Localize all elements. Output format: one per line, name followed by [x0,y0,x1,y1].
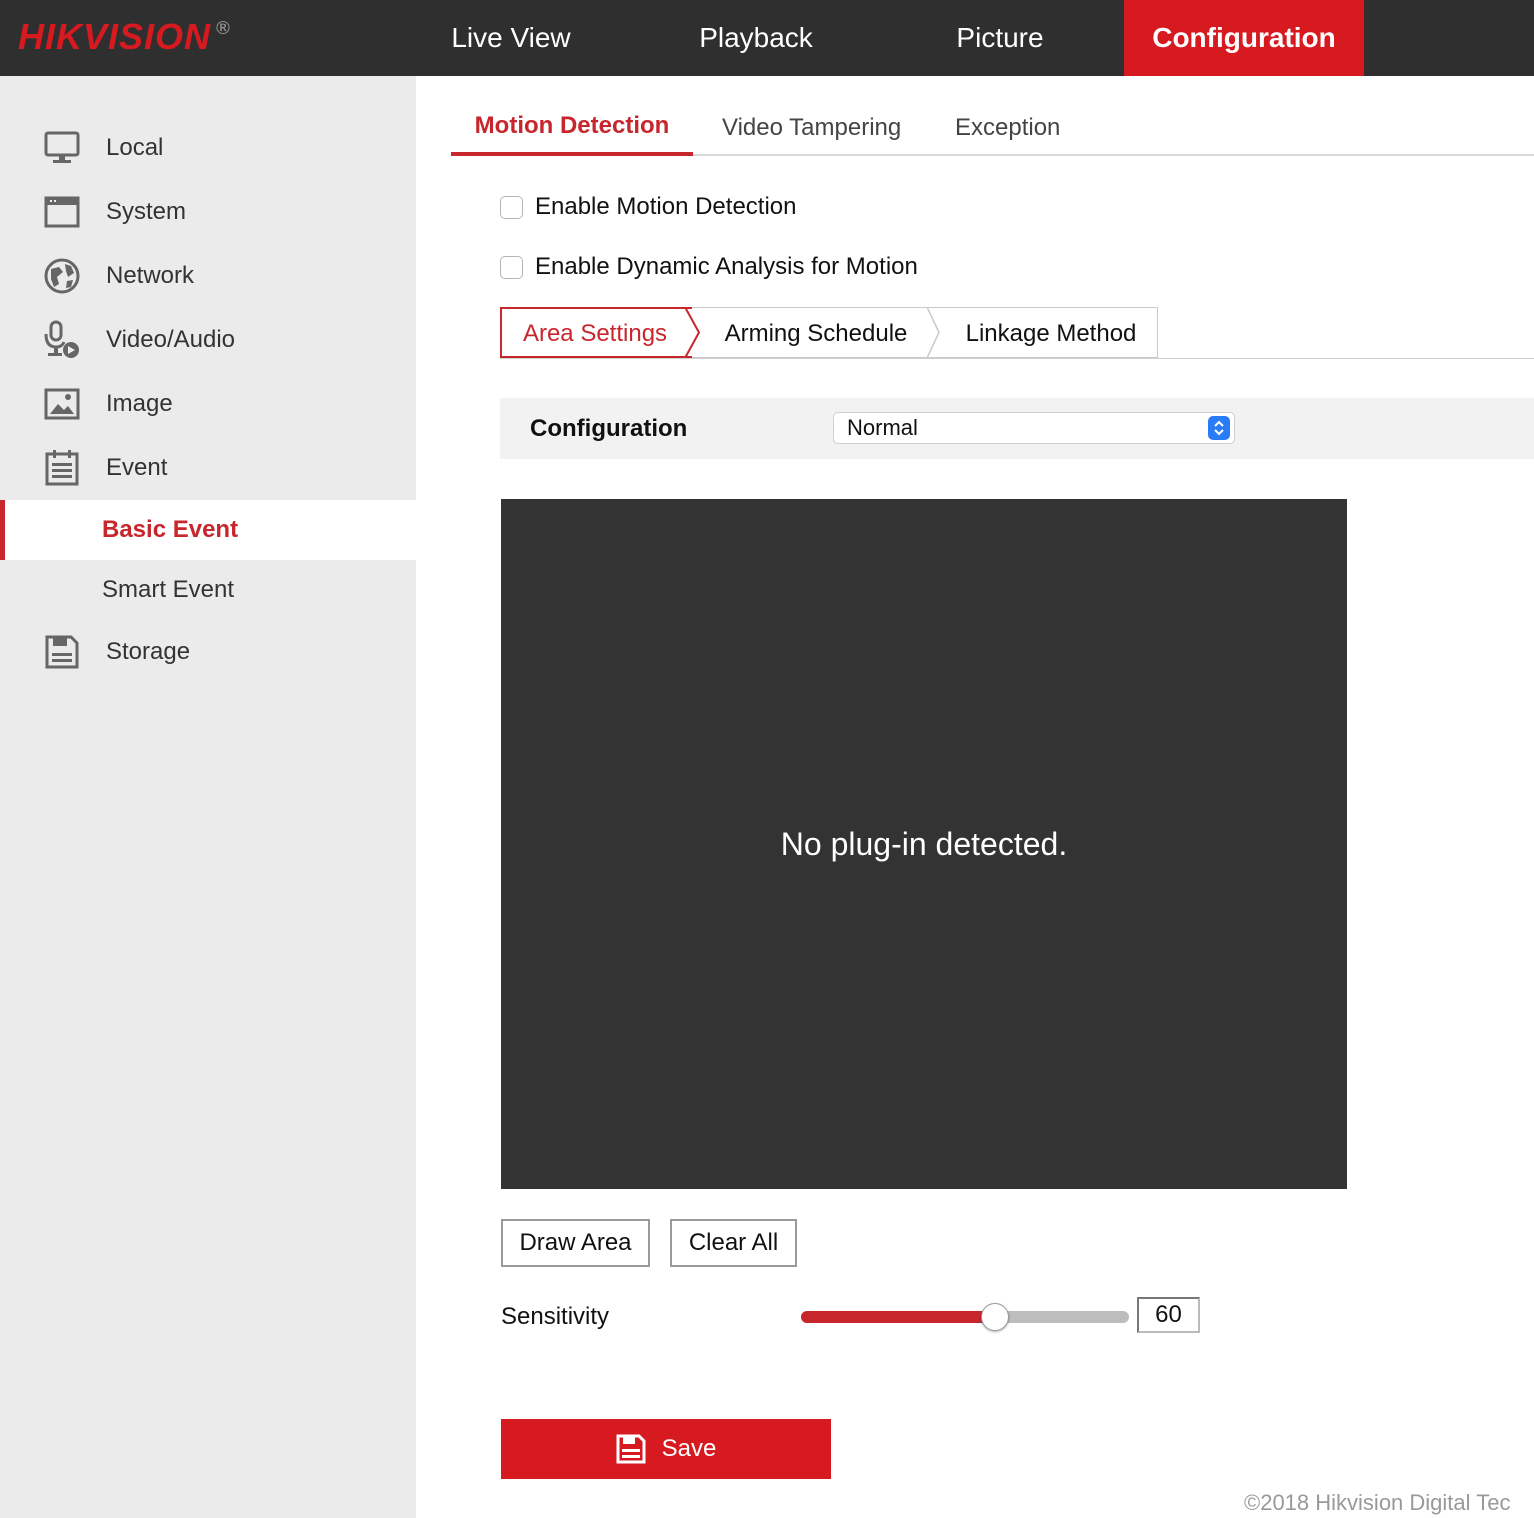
configuration-row: Configuration Normal [500,398,1534,459]
tab-video-tampering[interactable]: Video Tampering [722,100,901,156]
sidebar: Local System Network Video/Audio Image E… [0,76,416,1518]
sidebar-item-label: Image [106,390,173,417]
sidebar-item-video-audio[interactable]: Video/Audio [0,308,416,372]
microphone-video-icon [42,320,82,360]
enable-motion-detection-checkbox[interactable] [500,195,523,219]
save-icon [616,1434,646,1464]
sidebar-item-label: Network [106,262,195,289]
tab-exception[interactable]: Exception [955,100,1060,156]
sensitivity-label: Sensitivity [501,1303,610,1330]
sidebar-item-network[interactable]: Network [0,244,416,308]
clear-all-button[interactable]: Clear All [670,1219,797,1267]
enable-dynamic-analysis-option[interactable]: Enable Dynamic Analysis for Motion [500,252,918,282]
sidebar-item-event[interactable]: Event [0,436,416,500]
configuration-selected-value: Normal [847,415,918,440]
enable-dynamic-analysis-label: Enable Dynamic Analysis for Motion [535,253,918,280]
sidebar-item-label: Local [106,134,164,161]
arrow-separator [927,307,940,358]
sidebar-item-local[interactable]: Local [0,116,416,180]
monitor-icon [42,128,82,168]
slider-thumb[interactable] [981,1303,1009,1331]
sidebar-item-image[interactable]: Image [0,372,416,436]
floppy-disk-icon [42,632,82,672]
sidebar-item-storage[interactable]: Storage [0,620,416,684]
sidebar-item-smart-event[interactable]: Smart Event [0,560,416,620]
save-button[interactable]: Save [501,1419,831,1479]
sidebar-item-system[interactable]: System [0,180,416,244]
subtab-linkage-method[interactable]: Linkage Method [947,308,1155,359]
subtab-container: Area Settings Arming Schedule Linkage Me… [500,307,1158,358]
window-icon [42,192,82,232]
configuration-select[interactable]: Normal [833,412,1235,444]
enable-dynamic-analysis-checkbox[interactable] [500,255,523,279]
nav-configuration[interactable]: Configuration [1124,0,1364,76]
copyright-footer: ©2018 Hikvision Digital Tec [1244,1490,1511,1515]
globe-icon [42,256,82,296]
nav-playback[interactable]: Playback [656,0,856,76]
sidebar-item-label: Smart Event [102,576,235,603]
enable-motion-detection-label: Enable Motion Detection [535,193,797,220]
settings-subtabs: Area Settings Arming Schedule Linkage Me… [500,307,1534,359]
hikvision-logo: HIKVISION ® [18,14,232,60]
nav-picture[interactable]: Picture [900,0,1100,76]
sidebar-item-label: System [106,198,187,225]
registered-mark: ® [214,18,233,39]
sidebar-item-label: Event [106,454,168,481]
enable-motion-detection-option[interactable]: Enable Motion Detection [500,192,797,222]
sidebar-item-basic-event[interactable]: Basic Event [0,500,416,560]
save-label: Save [661,1435,717,1462]
subtab-arming-schedule[interactable]: Arming Schedule [707,308,925,359]
calendar-list-icon [42,448,82,488]
logo-text: HIKVISION [18,16,212,57]
no-plugin-message: No plug-in detected. [780,825,1068,862]
select-updown-icon [1208,416,1230,440]
image-icon [42,384,82,424]
tab-motion-detection[interactable]: Motion Detection [451,100,693,156]
nav-live-view[interactable]: Live View [412,0,610,76]
sidebar-item-label: Basic Event [102,516,239,543]
configuration-label: Configuration [530,414,688,442]
sensitivity-slider[interactable] [801,1303,1129,1331]
detection-tabs: Motion Detection Video Tampering Excepti… [451,100,1534,156]
video-preview-area[interactable]: No plug-in detected. [501,499,1347,1189]
slider-fill [801,1311,995,1323]
subtab-area-settings[interactable]: Area Settings [501,308,689,359]
sensitivity-value-input[interactable]: 60 [1137,1297,1200,1333]
sidebar-item-label: Video/Audio [106,326,235,353]
draw-area-button[interactable]: Draw Area [501,1219,650,1267]
sidebar-item-label: Storage [106,638,191,665]
top-navigation-bar: HIKVISION ® Live View Playback Picture C… [0,0,1534,76]
